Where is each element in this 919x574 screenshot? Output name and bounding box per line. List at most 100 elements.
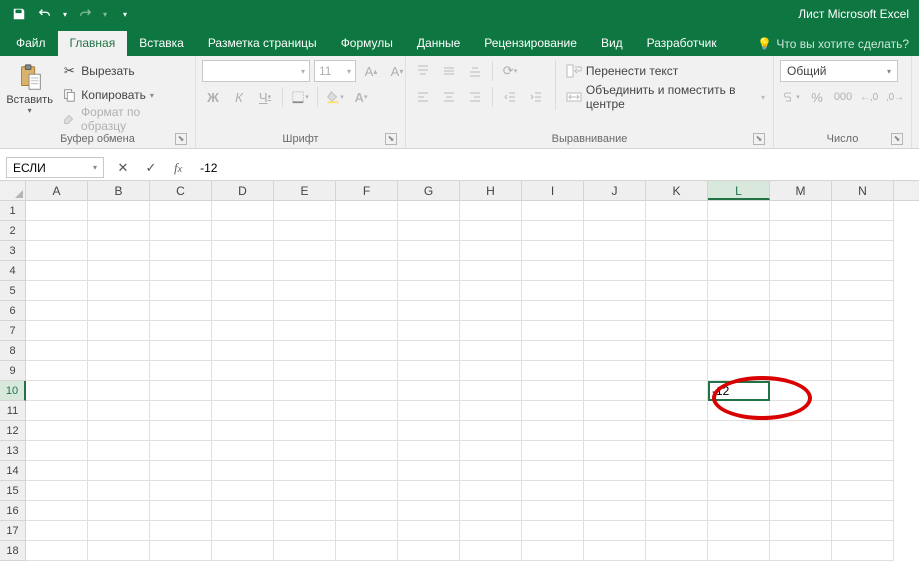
row-header[interactable]: 18 <box>0 541 26 561</box>
dialog-launcher-icon[interactable]: ⬊ <box>175 133 187 145</box>
cell[interactable] <box>584 421 646 441</box>
cell[interactable] <box>88 361 150 381</box>
cell[interactable] <box>708 361 770 381</box>
copy-button[interactable]: Копировать ▾ <box>59 84 189 106</box>
cell[interactable] <box>708 241 770 261</box>
cell[interactable] <box>584 461 646 481</box>
cell[interactable] <box>770 541 832 561</box>
cell[interactable] <box>26 501 88 521</box>
cell[interactable] <box>708 281 770 301</box>
cell[interactable] <box>336 361 398 381</box>
cell[interactable] <box>522 361 584 381</box>
cell[interactable] <box>708 401 770 421</box>
column-header[interactable]: H <box>460 181 522 200</box>
cell[interactable] <box>88 541 150 561</box>
cell[interactable] <box>832 541 894 561</box>
cell[interactable] <box>26 361 88 381</box>
cell[interactable] <box>26 341 88 361</box>
cell[interactable] <box>770 361 832 381</box>
row-header[interactable]: 6 <box>0 301 26 321</box>
column-header[interactable]: F <box>336 181 398 200</box>
row-header[interactable]: 14 <box>0 461 26 481</box>
cell[interactable] <box>274 301 336 321</box>
cell[interactable] <box>646 241 708 261</box>
row-header[interactable]: 16 <box>0 501 26 521</box>
row-header[interactable]: 15 <box>0 481 26 501</box>
cell[interactable] <box>26 221 88 241</box>
cell[interactable] <box>336 321 398 341</box>
cell[interactable] <box>398 341 460 361</box>
cell[interactable] <box>398 521 460 541</box>
cell[interactable] <box>708 481 770 501</box>
cell[interactable] <box>646 341 708 361</box>
cell[interactable] <box>522 501 584 521</box>
cell[interactable] <box>150 521 212 541</box>
cell[interactable] <box>274 221 336 241</box>
cell[interactable] <box>274 461 336 481</box>
cell[interactable] <box>522 521 584 541</box>
cell[interactable] <box>522 241 584 261</box>
cell[interactable] <box>274 481 336 501</box>
borders-button[interactable]: ▾ <box>289 86 311 108</box>
cell[interactable] <box>150 301 212 321</box>
cell[interactable] <box>150 281 212 301</box>
cell[interactable] <box>274 421 336 441</box>
cell[interactable] <box>646 281 708 301</box>
cell[interactable] <box>460 461 522 481</box>
cell[interactable] <box>832 241 894 261</box>
cell[interactable] <box>212 221 274 241</box>
cell[interactable] <box>26 241 88 261</box>
cell[interactable] <box>460 281 522 301</box>
cell[interactable] <box>212 501 274 521</box>
cell[interactable] <box>584 201 646 221</box>
orientation-icon[interactable]: ⟳▾ <box>499 60 521 82</box>
cell[interactable] <box>460 241 522 261</box>
cell[interactable] <box>522 381 584 401</box>
cell[interactable] <box>274 281 336 301</box>
cell[interactable] <box>770 261 832 281</box>
comma-format-icon[interactable]: 000 <box>832 86 854 108</box>
cell[interactable] <box>88 241 150 261</box>
cell[interactable] <box>88 481 150 501</box>
column-header[interactable]: I <box>522 181 584 200</box>
paste-button[interactable]: Вставить ▾ <box>6 60 53 115</box>
cell[interactable] <box>584 341 646 361</box>
cell[interactable] <box>398 261 460 281</box>
cell[interactable] <box>336 241 398 261</box>
row-header[interactable]: 5 <box>0 281 26 301</box>
cell[interactable] <box>212 281 274 301</box>
cell[interactable] <box>88 321 150 341</box>
row-header[interactable]: 2 <box>0 221 26 241</box>
cell[interactable] <box>584 541 646 561</box>
cell[interactable] <box>646 381 708 401</box>
cell[interactable] <box>770 201 832 221</box>
undo-button[interactable] <box>34 3 56 25</box>
redo-button[interactable] <box>74 3 96 25</box>
font-color-button[interactable]: A▾ <box>350 86 372 108</box>
cell[interactable] <box>336 381 398 401</box>
cell[interactable] <box>770 441 832 461</box>
cell[interactable] <box>88 201 150 221</box>
cell[interactable] <box>460 421 522 441</box>
cell[interactable] <box>584 481 646 501</box>
cell[interactable] <box>708 441 770 461</box>
cell[interactable] <box>460 441 522 461</box>
cell[interactable] <box>832 441 894 461</box>
worksheet-grid[interactable]: ABCDEFGHIJKLMN 12345678910-1211121314151… <box>0 181 919 561</box>
cell[interactable] <box>336 461 398 481</box>
cell[interactable] <box>770 341 832 361</box>
cancel-edit-button[interactable]: ✕ <box>114 159 132 177</box>
cell[interactable] <box>150 361 212 381</box>
cell[interactable] <box>646 521 708 541</box>
cell[interactable] <box>584 361 646 381</box>
cell[interactable] <box>26 421 88 441</box>
cell[interactable] <box>336 521 398 541</box>
cell[interactable] <box>88 441 150 461</box>
cell[interactable] <box>150 501 212 521</box>
tab-home[interactable]: Главная <box>58 31 128 56</box>
column-header[interactable]: D <box>212 181 274 200</box>
cell[interactable] <box>274 441 336 461</box>
cell[interactable] <box>584 521 646 541</box>
cell[interactable] <box>398 281 460 301</box>
align-left-icon[interactable] <box>412 86 434 108</box>
